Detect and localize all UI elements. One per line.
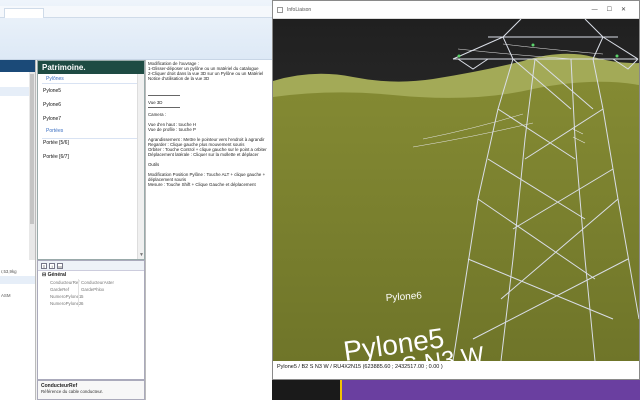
divider-accent [340, 380, 342, 400]
left-panel-scroll-thumb[interactable] [30, 74, 34, 224]
tree-item-pylone6[interactable]: Pylone6 [38, 98, 144, 112]
list-item[interactable] [0, 78, 30, 87]
patrimoine-panel: Patrimoine. Pylônes Pylone5 Pylone6 Pylo… [37, 60, 145, 260]
list-item[interactable] [0, 284, 35, 292]
list-item[interactable] [0, 300, 35, 308]
list-item[interactable]: r,53,9kg [0, 268, 35, 276]
tree-item-portee-6-7[interactable]: Portée [6/7] [38, 150, 144, 164]
scroll-down-arrow-icon[interactable]: ▼ [139, 252, 144, 258]
property-key: ConducteurRef [50, 280, 80, 285]
tree-item-pylone5[interactable]: Pylone5 [38, 84, 144, 98]
infoliaison-window: InfoLiaison —☐✕ Pylone6 Pylone5 S N3 W P… [272, 0, 640, 380]
instruction-line: Notice d'utilisation de la vue 3D [148, 76, 210, 81]
list-item[interactable] [0, 308, 35, 316]
desktop-background-bottom [340, 380, 640, 400]
property-description: ConducteurRef Référence du cable conduct… [37, 380, 145, 400]
tree-item-pylone7[interactable]: Pylone7 [38, 112, 144, 126]
group-label-portees: Portées [46, 128, 64, 134]
patrimoine-scrollbar[interactable]: ▼ [137, 74, 144, 259]
window-title: InfoLiaison [287, 7, 312, 13]
3d-viewport[interactable]: Pylone6 Pylone5 S N3 W [273, 19, 639, 361]
viewer-status-text: Pylone5 / B2 S N3 W / RU4X2N15 (623885.6… [277, 364, 443, 370]
property-grid-toolbar: ≡ ↕ ▭ [38, 261, 144, 271]
list-item[interactable] [0, 276, 35, 284]
list-item[interactable] [0, 96, 30, 105]
patrimoine-title: Patrimoine. [38, 61, 144, 74]
group-divider [42, 138, 142, 139]
taskbar-segment [272, 380, 340, 400]
list-item[interactable] [0, 87, 30, 96]
property-value[interactable]: GardePhlox [78, 286, 144, 293]
left-panel-header [0, 60, 35, 72]
window-controls[interactable]: —☐✕ [592, 6, 635, 13]
property-value[interactable]: 5 [78, 293, 144, 300]
insulator-marker [615, 54, 619, 58]
group-divider [42, 83, 142, 84]
tab-active[interactable] [4, 8, 44, 18]
property-value[interactable]: ConducteurAster [78, 279, 144, 286]
property-key: NumeroPylone1 [50, 294, 82, 299]
insulator-marker [457, 54, 461, 58]
instruction-line: Mesure : Touche Shift + Clique Gauche et… [148, 182, 256, 187]
property-key: NumeroPylone2 [50, 301, 82, 306]
instruction-line: Déplacement latérale : Cliquer sur la mo… [148, 152, 259, 157]
instruction-heading: Vue 3D [148, 100, 163, 105]
property-category[interactable]: ⊟ Général [38, 271, 144, 279]
app-icon [277, 7, 283, 13]
list-item[interactable]: ASM [0, 292, 35, 300]
list-item[interactable] [0, 260, 35, 268]
alphabetical-view-icon[interactable]: ↕ [49, 263, 55, 269]
insulator-marker [531, 43, 535, 47]
property-value[interactable]: 6 [78, 300, 144, 307]
property-row[interactable]: NumeroPylone2 6 [38, 300, 144, 307]
property-row[interactable]: NumeroPylone1 5 [38, 293, 144, 300]
categorized-view-icon[interactable]: ≡ [41, 263, 47, 269]
property-pages-icon[interactable]: ▭ [57, 263, 63, 269]
window-titlebar[interactable]: InfoLiaison —☐✕ [273, 1, 639, 19]
property-row[interactable]: ConducteurRef ConducteurAster [38, 279, 144, 286]
property-row[interactable]: GardeRef GardePhlox [38, 286, 144, 293]
instructions-panel: Modification de l'ouvrage : 1-Glisser-dé… [145, 60, 273, 400]
property-category-label: Général [47, 272, 67, 278]
property-grid: ≡ ↕ ▭ ⊟ Général ConducteurRef ConducteurA… [37, 260, 145, 380]
divider [148, 107, 180, 108]
property-description-text: Référence du cable conducteur. [41, 389, 103, 394]
ground [273, 81, 639, 361]
left-lower-panel: r,53,9kg ASM [0, 260, 36, 400]
divider [148, 95, 180, 96]
property-key: GardeRef [50, 287, 70, 292]
